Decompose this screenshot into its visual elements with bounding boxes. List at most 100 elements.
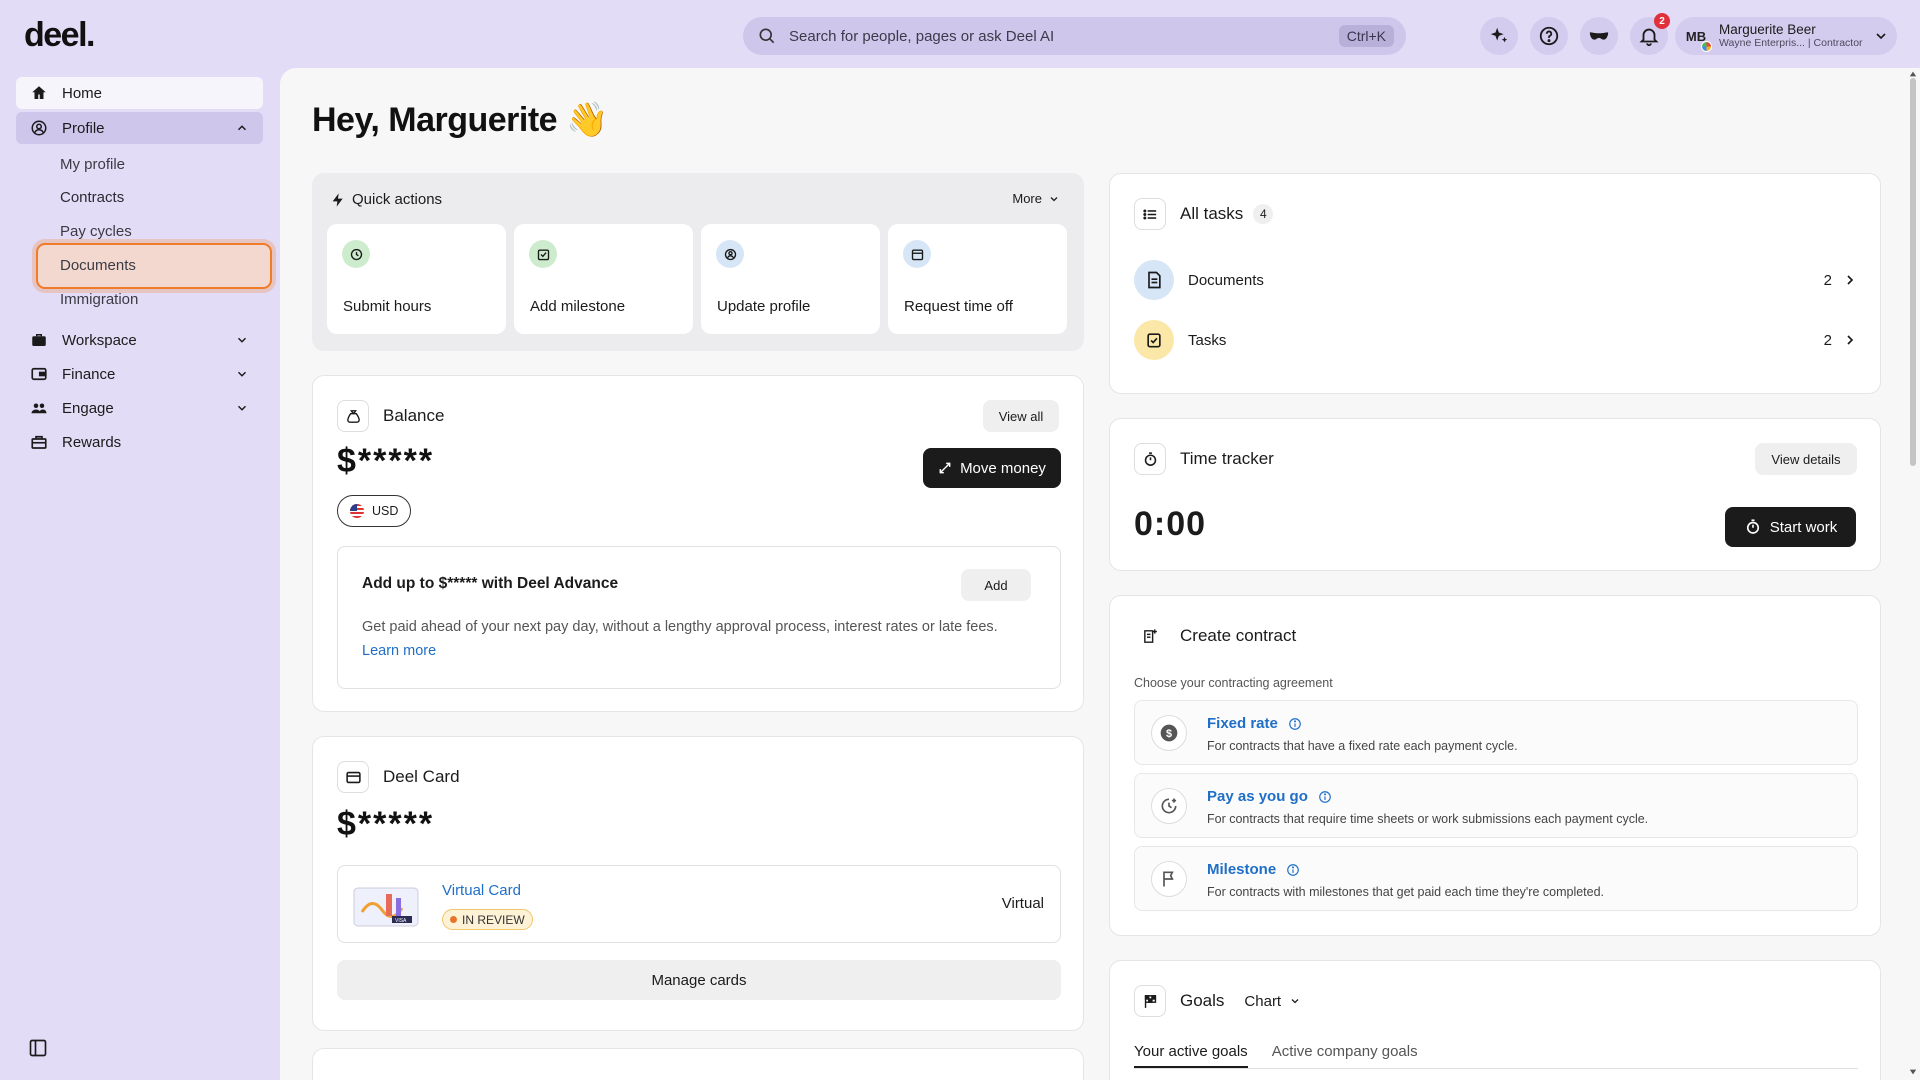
- svg-text:$: $: [1166, 728, 1172, 740]
- sidebar-item-home[interactable]: Home: [16, 77, 263, 109]
- task-row-documents[interactable]: Documents 2: [1134, 260, 1858, 300]
- tab-your-active-goals[interactable]: Your active goals: [1134, 1037, 1248, 1068]
- us-flag-icon: [350, 504, 364, 518]
- calendar-icon: [911, 248, 923, 260]
- user-menu[interactable]: MB Marguerite Beer Wayne Enterpris... | …: [1675, 17, 1897, 55]
- tab-active-company-goals[interactable]: Active company goals: [1272, 1037, 1418, 1068]
- create-contract-subtitle: Choose your contracting agreement: [1134, 676, 1333, 690]
- quick-action-add-milestone[interactable]: Add milestone: [514, 224, 693, 334]
- contract-option-pay-as-you-go[interactable]: Pay as you go For contracts that require…: [1134, 773, 1858, 838]
- virtual-card-link[interactable]: Virtual Card: [442, 882, 521, 899]
- sidebar-item-profile[interactable]: Profile: [16, 112, 263, 144]
- currency-label: USD: [372, 504, 399, 518]
- move-money-button[interactable]: Move money: [923, 448, 1061, 488]
- task-row-tasks[interactable]: Tasks 2: [1134, 320, 1858, 360]
- sidebar-subitem-immigration[interactable]: Immigration: [60, 291, 138, 308]
- option-title: Pay as you go: [1207, 788, 1308, 805]
- contract-option-fixed-rate[interactable]: $ Fixed rate For contracts that have a f…: [1134, 700, 1858, 765]
- chevron-down-icon: [237, 405, 247, 411]
- people-icon: [31, 403, 47, 414]
- document-icon: [1148, 271, 1161, 289]
- scroll-thumb[interactable]: [1910, 78, 1916, 466]
- option-description: For contracts that require time sheets o…: [1207, 812, 1649, 826]
- quick-action-update-profile[interactable]: Update profile: [701, 224, 880, 334]
- sidebar-item-label: Workspace: [62, 331, 137, 349]
- sidebar-item-finance[interactable]: Finance: [16, 358, 263, 390]
- quick-actions-title: Quick actions: [352, 191, 443, 208]
- scroll-up-icon[interactable]: [1909, 70, 1917, 78]
- avatar: MB: [1681, 21, 1712, 52]
- contract-option-milestone[interactable]: Milestone For contracts with milestones …: [1134, 846, 1858, 911]
- next-card-partial: [312, 1048, 1084, 1080]
- sidebar-subitem-my-profile[interactable]: My profile: [60, 156, 125, 173]
- briefcase-icon: [32, 334, 46, 346]
- advance-add-button[interactable]: Add: [961, 569, 1031, 601]
- sparkle-icon: [1490, 27, 1508, 43]
- stopwatch-icon: [1746, 519, 1759, 534]
- bell-icon: [1639, 28, 1659, 47]
- scrollbar[interactable]: [1906, 68, 1920, 1080]
- more-button[interactable]: More: [1012, 191, 1060, 206]
- goals-view-label: Chart: [1244, 992, 1282, 1010]
- time-tracker-value: 0:00: [1134, 505, 1207, 543]
- chevron-right-icon: [1847, 335, 1854, 345]
- option-title: Fixed rate: [1207, 715, 1278, 732]
- status-badge: IN REVIEW: [442, 909, 533, 930]
- checkbox-icon: [537, 248, 549, 260]
- sidebar-item-workspace[interactable]: Workspace: [16, 324, 263, 356]
- deel-advance-box: Add up to $***** with Deel Advance Add G…: [337, 546, 1061, 689]
- search-placeholder: Search for people, pages or ask Deel AI: [789, 27, 1055, 45]
- collapse-sidebar-icon[interactable]: [28, 1038, 48, 1058]
- clock-plus-icon: [1161, 798, 1177, 814]
- flag-icon: [1163, 871, 1174, 887]
- user-name: Marguerite Beer: [1719, 21, 1816, 37]
- manage-cards-button[interactable]: Manage cards: [337, 960, 1061, 1000]
- view-all-button[interactable]: View all: [983, 400, 1059, 432]
- virtual-card-row[interactable]: VISA Virtual Card IN REVIEW Virtual: [337, 865, 1061, 943]
- card-type-label: Virtual: [1001, 895, 1044, 912]
- notifications-button[interactable]: 2: [1630, 13, 1670, 55]
- info-icon[interactable]: [1288, 717, 1302, 731]
- top-bar: deel. Search for people, pages or ask De…: [0, 0, 1920, 68]
- balance-title: Balance: [383, 406, 445, 425]
- quick-action-request-time-off[interactable]: Request time off: [888, 224, 1067, 334]
- chevron-down-icon: [1050, 196, 1058, 201]
- deel-logo[interactable]: deel.: [24, 16, 95, 55]
- quick-action-label: Add milestone: [530, 298, 626, 315]
- balance-card: Balance View all $***** Move money USD A…: [312, 375, 1084, 712]
- currency-pill[interactable]: USD: [337, 495, 412, 527]
- ai-sparkle-button[interactable]: [1480, 17, 1518, 55]
- learn-more-link[interactable]: Learn more: [362, 643, 436, 659]
- start-work-button[interactable]: Start work: [1725, 507, 1856, 547]
- scroll-down-icon[interactable]: [1909, 1068, 1917, 1076]
- chevron-down-icon: [237, 371, 247, 377]
- search-bar[interactable]: Search for people, pages or ask Deel AI …: [743, 17, 1406, 55]
- user-subtitle: Wayne Enterpris... | Contractor: [1719, 36, 1863, 49]
- view-details-button[interactable]: View details: [1755, 443, 1857, 475]
- sidebar-subitem-contracts[interactable]: Contracts: [60, 189, 124, 206]
- sidebar-item-engage[interactable]: Engage: [16, 392, 263, 424]
- info-icon[interactable]: [1286, 863, 1300, 877]
- quick-action-submit-hours[interactable]: Submit hours: [327, 224, 506, 334]
- transfer-arrows-icon: [939, 462, 951, 474]
- sidebar-item-label: Rewards: [62, 433, 122, 451]
- help-button[interactable]: [1530, 17, 1568, 55]
- info-icon[interactable]: [1318, 790, 1332, 804]
- sidebar-item-label: Finance: [62, 365, 116, 383]
- user-circle-icon: [31, 120, 47, 136]
- quick-action-label: Request time off: [904, 298, 1013, 315]
- notification-badge: 2: [1654, 13, 1670, 29]
- list-icon: [1142, 208, 1156, 220]
- status-dot: [450, 916, 457, 923]
- chevron-right-icon: [1847, 275, 1854, 285]
- sidebar-item-rewards[interactable]: Rewards: [16, 426, 263, 458]
- goals-view-select[interactable]: Chart: [1244, 993, 1301, 1010]
- task-row-label: Tasks: [1188, 331, 1227, 349]
- status-dot: [1701, 41, 1712, 52]
- sidebar-subitem-documents[interactable]: Documents: [60, 257, 136, 274]
- sidebar: Home Profile My profile Contracts Pay cy…: [0, 68, 280, 1080]
- mask-button[interactable]: [1580, 17, 1618, 55]
- sidebar-item-label: Engage: [62, 399, 114, 417]
- more-label: More: [1012, 191, 1042, 206]
- sidebar-subitem-pay-cycles[interactable]: Pay cycles: [60, 223, 132, 240]
